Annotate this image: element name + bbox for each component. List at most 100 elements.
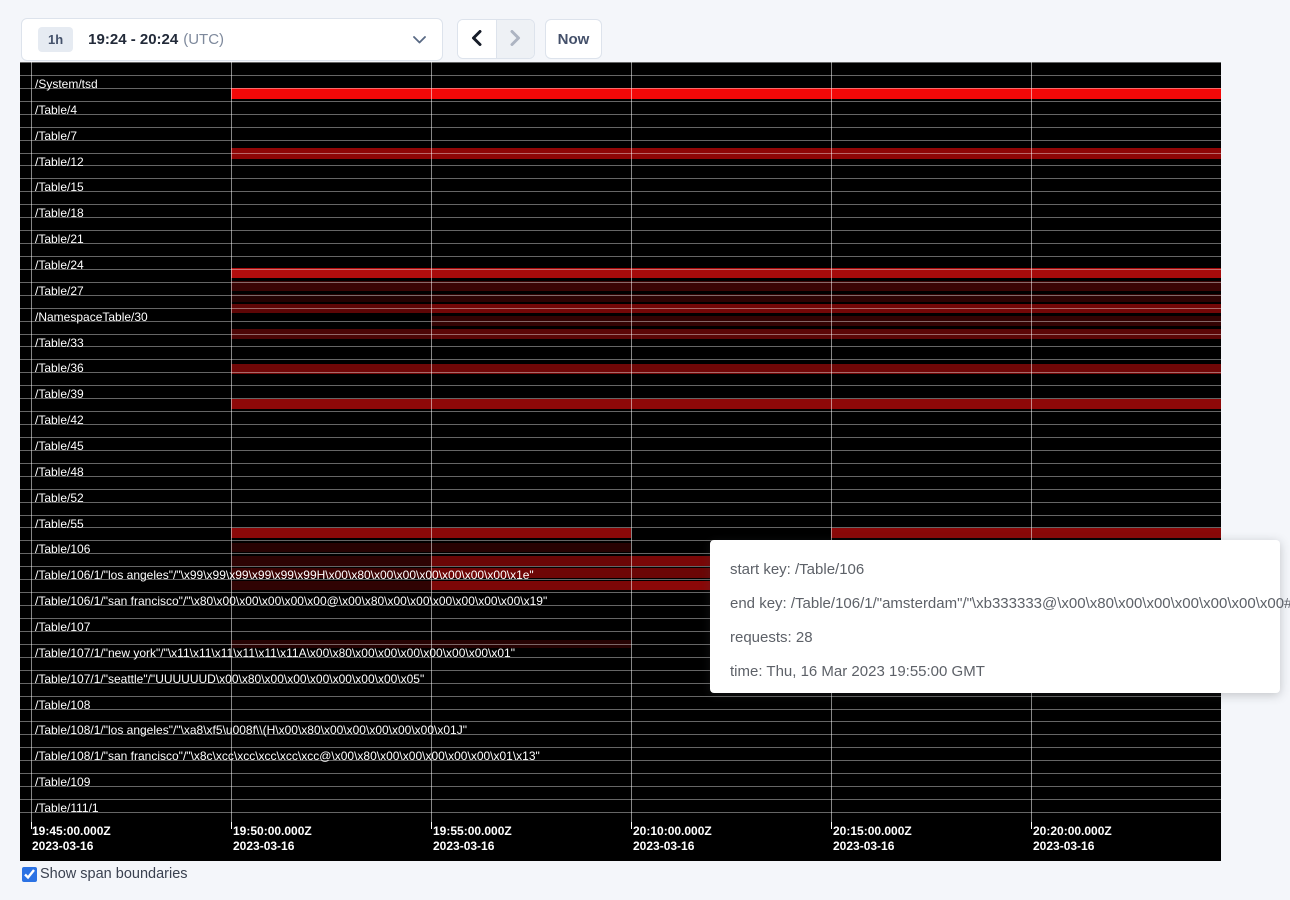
heat-band	[631, 581, 710, 590]
row-label: /Table/7	[35, 130, 77, 142]
x-axis-tick	[831, 822, 832, 829]
row-label: /Table/4	[35, 104, 77, 116]
row-label: /Table/107/1/"new york"/"\x11\x11\x11\x1…	[35, 647, 515, 659]
row-label: /Table/106	[35, 543, 90, 555]
span-boundary-line	[20, 295, 1221, 296]
span-boundary-line	[20, 463, 1221, 464]
time-zone-text: (UTC)	[183, 31, 224, 48]
span-boundary-line	[20, 204, 1221, 205]
x-axis-label: 19:45:00.000Z2023-03-16	[32, 824, 111, 854]
heat-band	[231, 556, 431, 566]
span-boundary-line	[20, 359, 1221, 360]
heat-band	[231, 88, 1221, 99]
x-axis-label: 20:15:00.000Z2023-03-16	[833, 824, 912, 854]
cell-tooltip: start key: /Table/106 end key: /Table/10…	[710, 540, 1280, 693]
row-label: /System/tsd	[35, 78, 98, 90]
span-boundary-line	[20, 165, 1221, 166]
heat-band	[431, 581, 631, 590]
span-boundary-line	[20, 101, 1221, 102]
tooltip-time: time: Thu, 16 Mar 2023 19:55:00 GMT	[730, 655, 1260, 689]
span-boundary-line	[20, 308, 1221, 309]
span-boundary-line	[20, 75, 1221, 76]
heat-band	[231, 581, 431, 590]
span-boundary-line	[20, 243, 1221, 244]
span-boundary-line	[20, 812, 1221, 813]
column-grid-line	[31, 62, 32, 822]
x-axis-tick	[1031, 822, 1032, 829]
span-boundary-line	[20, 334, 1221, 335]
row-label: /Table/108	[35, 699, 90, 711]
span-boundary-line	[20, 321, 1221, 322]
row-label: /Table/106/1/"san francisco"/"\x80\x00\x…	[35, 595, 547, 607]
row-label: /Table/106/1/"los angeles"/"\x99\x99\x99…	[35, 569, 534, 581]
row-label: /Table/52	[35, 492, 84, 504]
show-span-boundaries-checkbox[interactable]	[22, 867, 37, 882]
x-axis-tick	[231, 822, 232, 829]
row-label: /Table/15	[35, 181, 84, 193]
time-nav-group	[457, 19, 535, 59]
x-axis-label: 19:50:00.000Z2023-03-16	[233, 824, 312, 854]
span-boundary-line	[20, 527, 1221, 528]
tooltip-end-key: end key: /Table/106/1/"amsterdam"/"\xb33…	[730, 587, 1260, 621]
row-label: /Table/45	[35, 440, 84, 452]
span-boundary-line	[20, 411, 1221, 412]
span-boundary-line	[20, 372, 1221, 373]
row-label: /Table/108/1/"los angeles"/"\xa8\xf5\u00…	[35, 724, 467, 736]
span-boundary-line	[20, 88, 1221, 89]
tooltip-start-key: start key: /Table/106	[730, 553, 1260, 587]
show-span-boundaries-label[interactable]: Show span boundaries	[40, 866, 188, 882]
toolbar: 1h 19:24 - 20:24 (UTC) Now	[0, 0, 1290, 62]
span-boundary-line	[20, 489, 1221, 490]
span-boundary-line	[20, 476, 1221, 477]
span-boundary-line	[20, 437, 1221, 438]
x-axis-label: 20:10:00.000Z2023-03-16	[633, 824, 712, 854]
now-button[interactable]: Now	[545, 19, 602, 59]
span-boundary-line	[20, 346, 1221, 347]
chevron-right-icon	[510, 30, 521, 49]
span-boundary-line	[20, 502, 1221, 503]
next-time-button[interactable]	[496, 20, 534, 58]
heat-band	[231, 399, 1221, 409]
x-axis-tick	[431, 822, 432, 829]
time-range-select[interactable]: 1h 19:24 - 20:24 (UTC)	[21, 18, 443, 61]
column-grid-line	[831, 62, 832, 822]
row-label: /Table/55	[35, 518, 84, 530]
span-boundary-line	[20, 385, 1221, 386]
span-boundary-line	[20, 269, 1221, 270]
x-axis-tick	[631, 822, 632, 829]
heat-band	[631, 568, 710, 578]
row-label: /NamespaceTable/30	[35, 311, 148, 323]
prev-time-button[interactable]	[458, 20, 496, 58]
row-label: /Table/12	[35, 156, 84, 168]
span-boundary-line	[20, 721, 1221, 722]
row-label: /Table/24	[35, 259, 84, 271]
time-range-text: 19:24 - 20:24	[88, 31, 178, 48]
span-boundary-line	[20, 773, 1221, 774]
span-boundary-line	[20, 217, 1221, 218]
span-boundary-line	[20, 127, 1221, 128]
time-window-badge: 1h	[38, 27, 73, 52]
key-visualizer-canvas[interactable]: /System/tsd/Table/4/Table/7/Table/12/Tab…	[20, 62, 1221, 861]
span-boundary-line	[20, 799, 1221, 800]
span-boundary-line	[20, 398, 1221, 399]
column-grid-line	[431, 62, 432, 822]
span-boundary-line	[20, 747, 1221, 748]
row-label: /Table/18	[35, 207, 84, 219]
heat-band	[831, 528, 1221, 538]
tooltip-requests: requests: 28	[730, 621, 1260, 655]
row-label: /Table/107/1/"seattle"/"UUUUUUD\x00\x80\…	[35, 673, 424, 685]
row-label: /Table/39	[35, 388, 84, 400]
span-boundary-line	[20, 450, 1221, 451]
span-boundary-line	[20, 62, 1221, 63]
span-boundary-line	[20, 153, 1221, 154]
column-grid-line	[231, 62, 232, 822]
x-axis-label: 20:20:00.000Z2023-03-16	[1033, 824, 1112, 854]
column-grid-line	[631, 62, 632, 822]
chevron-left-icon	[471, 30, 482, 49]
span-boundary-line	[20, 282, 1221, 283]
span-boundary-line	[20, 140, 1221, 141]
heat-band	[631, 556, 710, 566]
span-boundaries-toggle-row: Show span boundaries	[22, 866, 188, 882]
span-boundary-line	[20, 709, 1221, 710]
span-boundary-line	[20, 786, 1221, 787]
